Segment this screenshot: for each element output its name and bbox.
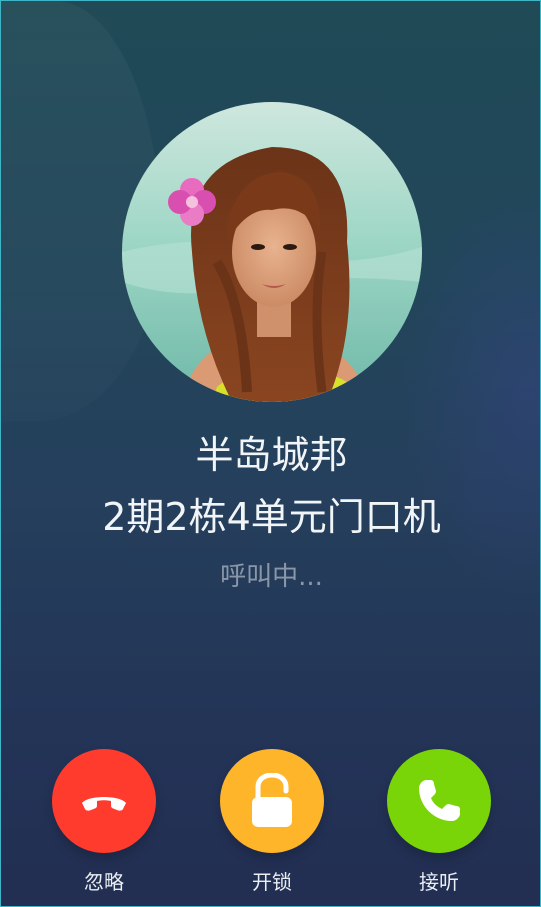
caller-name: 半岛城邦 [195,433,348,477]
caller-avatar-photo [122,102,422,402]
answer-label: 接听 [419,870,459,894]
hang-up-icon [82,797,126,811]
call-status: 呼叫中... [220,562,323,592]
ignore-button[interactable] [52,749,156,853]
answer-button[interactable] [387,749,491,853]
unlock-action: 开锁 [207,749,337,899]
phone-icon [419,780,460,821]
ignore-label: 忽略 [84,870,124,894]
caller-device-name: 2期2栋4单元门口机 [102,495,441,539]
answer-action: 接听 [374,749,504,899]
unlock-label: 开锁 [252,870,292,894]
unlock-icon [252,773,292,827]
unlock-button[interactable] [220,749,324,853]
incoming-call-screen: 半岛城邦 2期2栋4单元门口机 呼叫中... 忽略 开锁 接听 [0,0,541,907]
ignore-action: 忽略 [39,749,169,899]
caller-avatar [122,102,422,402]
